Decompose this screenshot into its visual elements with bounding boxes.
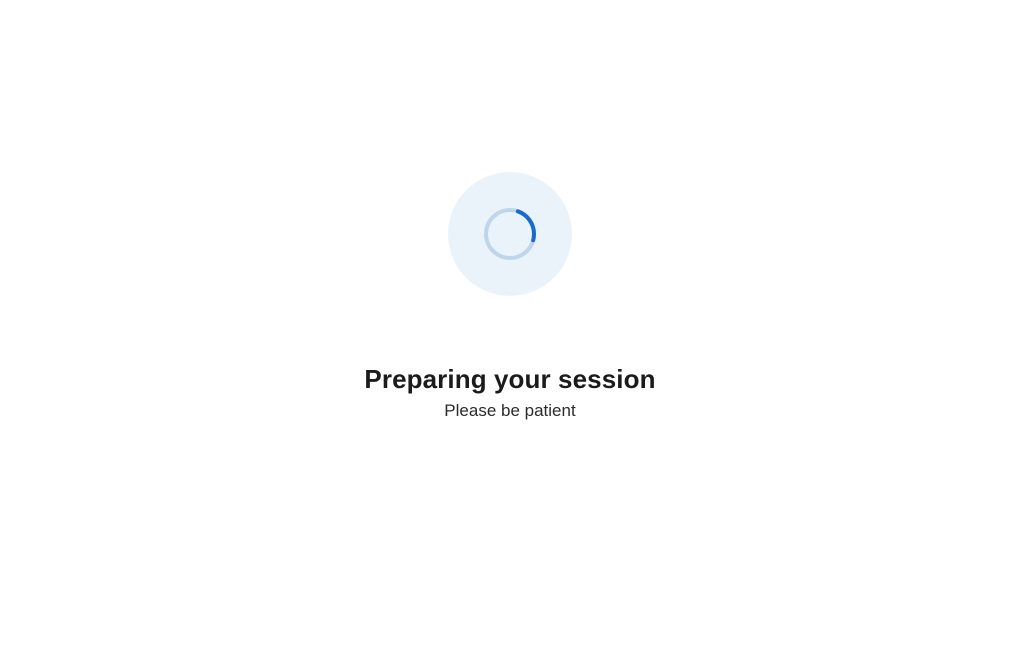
loading-spinner-icon: [482, 206, 538, 262]
loading-subtext: Please be patient: [444, 401, 575, 421]
spinner-background: [448, 172, 572, 296]
loading-heading: Preparing your session: [364, 364, 655, 395]
loading-panel: Preparing your session Please be patient: [364, 172, 655, 421]
